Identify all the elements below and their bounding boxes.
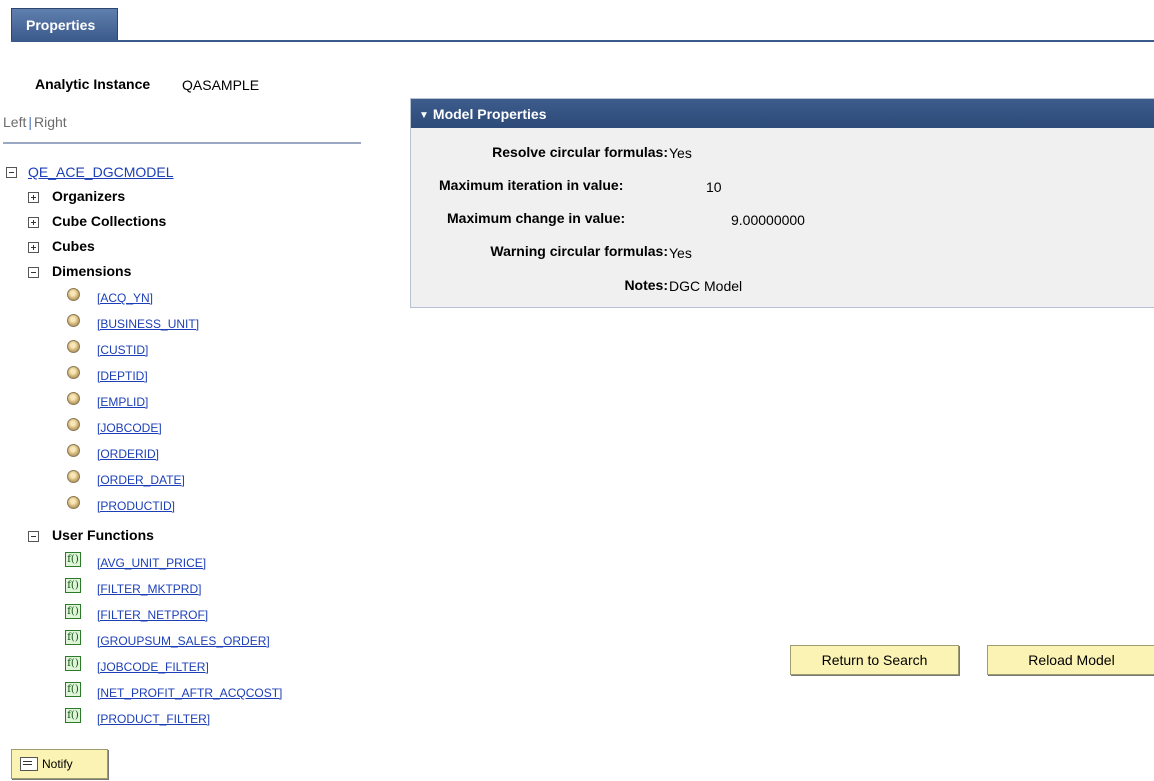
function-link[interactable]: [AVG_UNIT_PRICE] [97,556,206,570]
analytic-instance-label: Analytic Instance [35,76,151,92]
dimension-icon [67,496,80,509]
tab-bar: Properties [0,0,1154,42]
property-value: 9.00000000 [731,212,805,228]
expand-icon[interactable] [28,242,39,253]
function-icon: f() [65,708,81,723]
dimension-link[interactable]: [ORDER_DATE] [97,473,185,487]
model-properties-panel: ▼ Model Properties Resolve circular formu… [410,98,1154,308]
dimension-link[interactable]: [BUSINESS_UNIT] [97,317,199,331]
collapse-icon[interactable] [6,167,17,178]
function-link[interactable]: [FILTER_MKTPRD] [97,582,201,596]
function-icon: f() [65,552,81,567]
left-right-toggle: Left | Right [3,114,67,130]
right-link[interactable]: Right [34,114,67,130]
dimension-link[interactable]: [JOBCODE] [97,421,162,435]
dimension-link[interactable]: [EMPLID] [97,395,148,409]
dimension-icon [67,418,80,431]
tree-group-label: Organizers [52,188,126,204]
tree-group-label: Cube Collections [52,213,167,229]
divider [3,142,361,144]
function-icon: f() [65,656,81,671]
collapse-icon[interactable] [28,267,39,278]
property-label: Maximum iteration in value: [439,177,624,193]
function-link[interactable]: [PRODUCT_FILTER] [97,712,210,726]
function-icon: f() [65,604,81,619]
property-value: DGC Model [669,278,743,294]
notify-icon [20,757,38,771]
notify-button[interactable]: Notify [11,749,108,779]
property-value: Yes [669,145,692,161]
function-link[interactable]: [GROUPSUM_SALES_ORDER] [97,634,270,648]
dimension-icon [67,392,80,405]
left-link[interactable]: Left [3,114,26,130]
return-to-search-button[interactable]: Return to Search [790,645,959,675]
dimension-link[interactable]: [CUSTID] [97,343,148,357]
tab-properties[interactable]: Properties [11,8,119,41]
tree-group-label: Dimensions [52,263,132,279]
function-icon: f() [65,630,81,645]
function-icon: f() [65,682,81,697]
function-icon: f() [65,578,81,593]
tree-group-label: User Functions [52,527,154,543]
dimension-link[interactable]: [PRODUCTID] [97,499,175,513]
tree-group-label: Cubes [52,238,95,254]
dimension-icon [67,366,80,379]
function-link[interactable]: [NET_PROFIT_AFTR_ACQCOST] [97,686,282,700]
dimension-link[interactable]: [ACQ_YN] [97,291,153,305]
panel-header[interactable]: ▼ Model Properties [411,99,1154,128]
tree-root-link[interactable]: QE_ACE_DGCMODEL [28,164,173,180]
dimension-icon [67,444,80,457]
notify-label: Notify [42,757,73,771]
collapse-caret-icon[interactable]: ▼ [419,101,429,131]
left-right-separator: | [28,114,32,130]
collapse-icon[interactable] [28,531,39,542]
dimension-icon [67,470,80,483]
dimension-icon [67,314,80,327]
reload-model-button[interactable]: Reload Model [987,645,1154,675]
function-link[interactable]: [FILTER_NETPROF] [97,608,208,622]
property-label: Maximum change in value: [447,210,626,226]
function-link[interactable]: [JOBCODE_FILTER] [97,660,209,674]
property-label: Resolve circular formulas: [492,144,668,160]
dimension-icon [67,288,80,301]
analytic-instance-value: QASAMPLE [182,77,260,93]
expand-icon[interactable] [28,192,39,203]
expand-icon[interactable] [28,217,39,228]
dimension-link[interactable]: [DEPTID] [97,369,148,383]
dimension-icon [67,340,80,353]
property-value: 10 [706,179,722,195]
panel-title: Model Properties [432,106,547,122]
dimension-link[interactable]: [ORDERID] [97,447,159,461]
property-value: Yes [669,245,692,261]
property-label: Notes: [624,277,668,293]
property-label: Warning circular formulas: [490,243,668,259]
tab-underline [11,40,1154,42]
